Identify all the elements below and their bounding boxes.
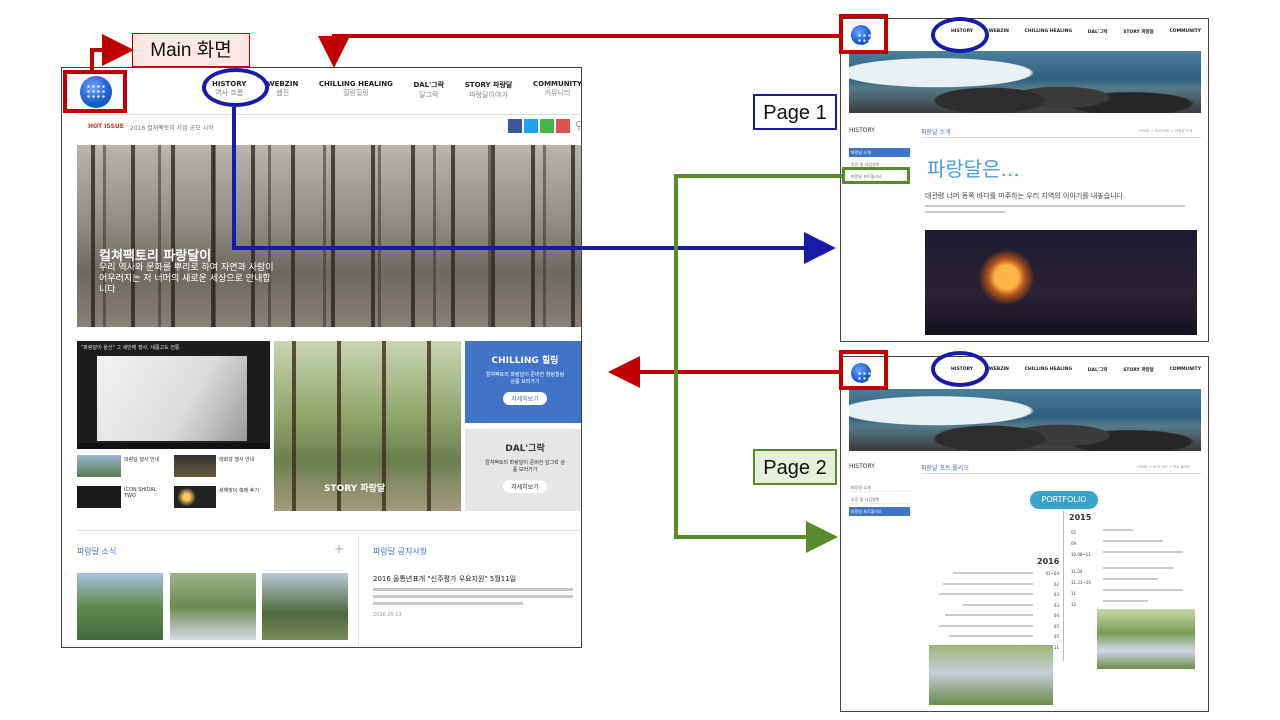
arrow-main-label	[90, 34, 134, 70]
arrow-portfolio-to-page2	[674, 174, 842, 553]
connector-arrows	[90, 34, 842, 553]
arrow-page1-logo-to-main	[318, 34, 839, 68]
